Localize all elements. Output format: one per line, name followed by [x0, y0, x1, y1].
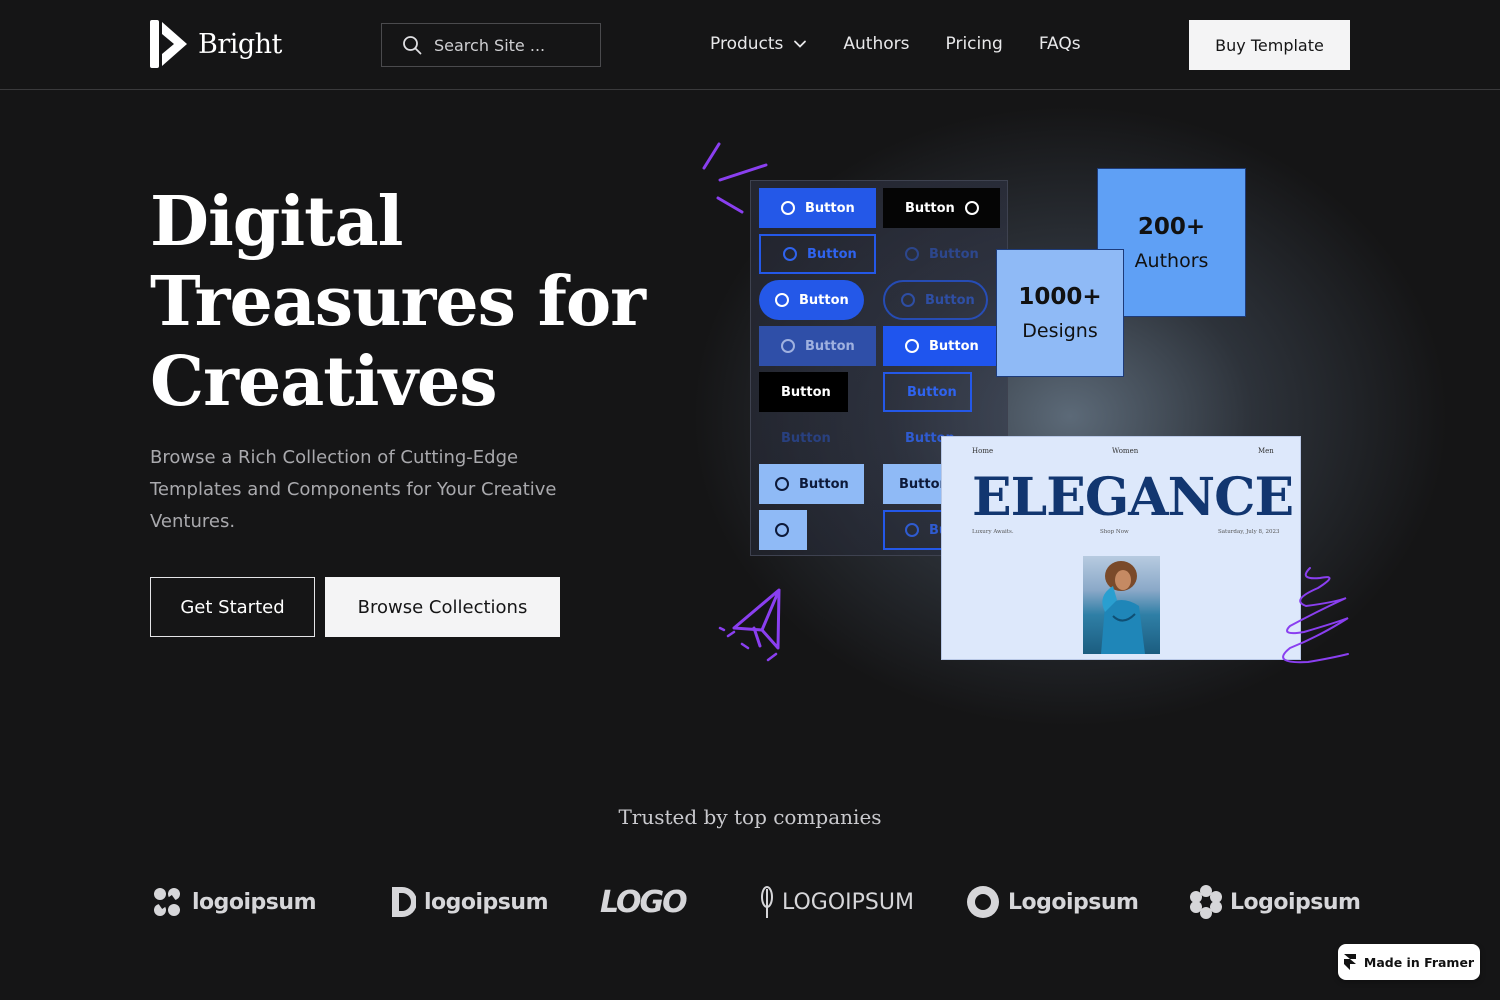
sample-button[interactable]: Button	[759, 464, 864, 504]
hero-title: Digital Treasures for Creatives	[150, 182, 646, 422]
brand-logo[interactable]: Bright	[150, 20, 282, 68]
sample-icon-button[interactable]	[759, 510, 807, 550]
designs-stat-label: Designs	[1022, 320, 1098, 342]
circle-icon	[783, 247, 797, 261]
get-started-button[interactable]: Get Started	[150, 577, 315, 637]
circle-icon	[775, 523, 789, 537]
sample-button[interactable]: Button	[883, 326, 1000, 366]
circle-icon	[964, 201, 979, 215]
sample-button[interactable]: Button	[759, 188, 876, 228]
company-logo-text: LOGOIPSUM	[782, 889, 914, 915]
company-logo: Logoipsum	[966, 880, 1139, 924]
company-logo-text: logoipsum	[424, 889, 549, 915]
card-tagline: Luxury Awaits.	[972, 529, 1014, 535]
circle-icon	[781, 201, 795, 215]
hero-subtitle: Browse a Rich Collection of Cutting-Edge…	[150, 447, 557, 532]
made-in-framer-badge[interactable]: Made in Framer	[1338, 944, 1480, 980]
card-date: Saturday, July 8, 2023	[1218, 529, 1280, 535]
search-input[interactable]	[434, 35, 584, 55]
paper-plane-icon	[718, 588, 781, 662]
card-nav-men: Men	[1258, 447, 1274, 455]
designs-stat-card: 1000+ Designs	[996, 249, 1124, 377]
model-figure-icon	[1101, 561, 1145, 654]
company-logo-text: LOGO	[600, 884, 688, 920]
company-logo: logoipsum	[390, 880, 549, 924]
circle-icon	[781, 339, 795, 353]
authors-stat-label: Authors	[1134, 249, 1209, 272]
designs-stat-value: 1000+	[1018, 284, 1102, 310]
circle-icon	[905, 339, 919, 353]
card-nav-women: Women	[1112, 447, 1139, 455]
search-icon	[403, 36, 422, 55]
company-logos: logoipsum logoipsum LOGO LOGOIPSUM Logoi…	[150, 880, 1361, 924]
fashion-photo	[1083, 556, 1160, 654]
logo-blobs-icon	[154, 888, 180, 916]
nav-faqs[interactable]: FAQs	[1039, 34, 1081, 54]
company-logo: LOGO	[600, 880, 688, 924]
chevron-down-icon	[794, 40, 807, 48]
company-logo: logoipsum	[150, 880, 317, 924]
sample-button[interactable]: Button	[883, 372, 972, 412]
sample-button[interactable]: Button	[759, 372, 848, 412]
nav-authors[interactable]: Authors	[843, 34, 909, 54]
framer-icon	[1343, 954, 1356, 970]
logo-leaf-icon	[761, 886, 773, 918]
circle-icon	[901, 293, 915, 307]
logo-flower-icon	[1190, 885, 1222, 919]
card-link: Shop Now	[1100, 529, 1129, 535]
site-header: Bright Products Authors Pricing FAQs Buy…	[0, 0, 1500, 90]
nav-products-label: Products	[710, 34, 784, 54]
company-logo: Logoipsum	[1190, 880, 1361, 924]
logo-half-circle-icon	[392, 887, 416, 917]
brand-name: Bright	[198, 28, 282, 60]
framer-badge-label: Made in Framer	[1363, 954, 1475, 970]
trusted-heading: Trusted by top companies	[618, 805, 882, 829]
card-nav-home: Home	[972, 447, 994, 455]
browse-collections-button[interactable]: Browse Collections	[325, 577, 560, 637]
elegance-preview-card: Home Women Men ELEGANCE Luxury Awaits. S…	[941, 436, 1301, 660]
circle-icon	[775, 293, 789, 307]
sample-button[interactable]: Button	[759, 234, 876, 274]
nav-pricing[interactable]: Pricing	[946, 34, 1003, 54]
sample-button[interactable]: Button	[759, 418, 848, 458]
circle-icon	[905, 523, 919, 537]
sample-button[interactable]: Button	[883, 280, 988, 320]
sample-button[interactable]: Button	[883, 188, 1000, 228]
company-logo-text: logoipsum	[192, 889, 317, 915]
circle-icon	[775, 477, 789, 491]
sample-button[interactable]: Button	[759, 326, 876, 366]
sample-button[interactable]: Button	[759, 280, 864, 320]
circle-icon	[905, 247, 919, 261]
company-logo: LOGOIPSUM	[760, 880, 914, 924]
card-title: ELEGANCE	[972, 467, 1294, 528]
logo-sun-icon	[967, 886, 999, 918]
nav-products[interactable]: Products	[710, 34, 807, 54]
sample-button[interactable]: Button	[883, 234, 1000, 274]
search-box[interactable]	[381, 23, 601, 67]
company-logo-text: Logoipsum	[1230, 889, 1361, 915]
bright-logo-icon	[150, 20, 187, 68]
buy-template-button[interactable]: Buy Template	[1189, 20, 1350, 70]
scribble-icon	[1282, 567, 1349, 664]
company-logo-text: Logoipsum	[1008, 889, 1139, 915]
authors-stat-value: 200+	[1137, 213, 1206, 240]
main-nav: Products Authors Pricing FAQs	[710, 34, 1081, 54]
